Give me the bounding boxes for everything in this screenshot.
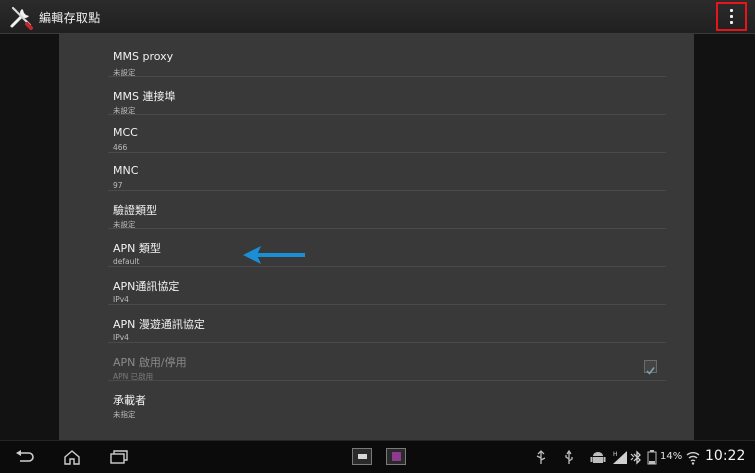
pref-apn-enable: APN 啟用/停用 APN 已啟用 [108,343,666,381]
pref-title: APN 漫遊通訊協定 [113,318,205,331]
small-app-1-icon[interactable] [352,448,372,465]
pref-summary: IPv4 [113,333,129,342]
svg-text:H: H [613,451,618,458]
pref-summary: default [113,257,140,266]
usb-icon [565,450,573,464]
pref-title: MMS proxy [113,50,174,63]
action-bar: 編輯存取點 [0,0,755,34]
pref-title: APN通訊協定 [113,280,180,293]
preference-panel: MMS proxy 未設定 MMS 連接埠 未設定 MCC 466 MNC 97… [59,34,694,440]
wifi-icon [686,452,700,465]
home-icon[interactable] [61,449,83,465]
check-icon [646,367,655,375]
clock: 10:22 [705,448,746,464]
pref-summary: 97 [113,181,123,190]
pref-title: 驗證類型 [113,204,157,217]
apn-enable-checkbox [644,360,657,375]
pref-apn-protocol[interactable]: APN通訊協定 IPv4 [108,267,666,305]
pref-summary: 未指定 [113,410,136,419]
small-app-2-icon[interactable] [386,448,406,465]
pref-bearer[interactable]: 承載者 未指定 [108,381,666,419]
usb-debug-icon [536,450,546,464]
preference-list: MMS proxy 未設定 MMS 連接埠 未設定 MCC 466 MNC 97… [108,39,666,419]
android-debug-icon [590,452,606,463]
battery-icon [647,450,657,465]
pref-title: MCC [113,126,138,139]
more-vert-icon [730,9,733,12]
annotation-arrow [243,246,305,264]
left-margin [0,34,59,440]
battery-percentage: 14% [660,451,683,462]
pref-auth-type[interactable]: 驗證類型 未設定 [108,191,666,229]
pref-summary: 466 [113,143,128,152]
overflow-menu-button[interactable] [716,2,747,31]
signal-icon: H [613,451,627,464]
pref-apn-type[interactable]: APN 類型 default [108,229,666,267]
pref-mnc[interactable]: MNC 97 [108,153,666,191]
pref-title: APN 類型 [113,242,161,255]
bluetooth-off-icon [630,450,641,465]
pref-mms-proxy[interactable]: MMS proxy 未設定 [108,39,666,77]
pref-title: APN 啟用/停用 [113,356,187,369]
pref-apn-roaming-protocol[interactable]: APN 漫遊通訊協定 IPv4 [108,305,666,343]
tools-icon[interactable] [8,4,34,30]
recent-apps-icon[interactable] [108,449,130,465]
pref-mms-port[interactable]: MMS 連接埠 未設定 [108,77,666,115]
page-title: 編輯存取點 [39,11,101,25]
pref-title: 承載者 [113,394,146,407]
pref-title: MNC [113,164,139,177]
right-margin [694,34,755,440]
system-bar: H 14% 10:22 [0,440,755,473]
pref-title: MMS 連接埠 [113,90,176,103]
pref-mcc[interactable]: MCC 466 [108,115,666,153]
pref-summary: IPv4 [113,295,129,304]
back-icon[interactable] [14,449,36,465]
